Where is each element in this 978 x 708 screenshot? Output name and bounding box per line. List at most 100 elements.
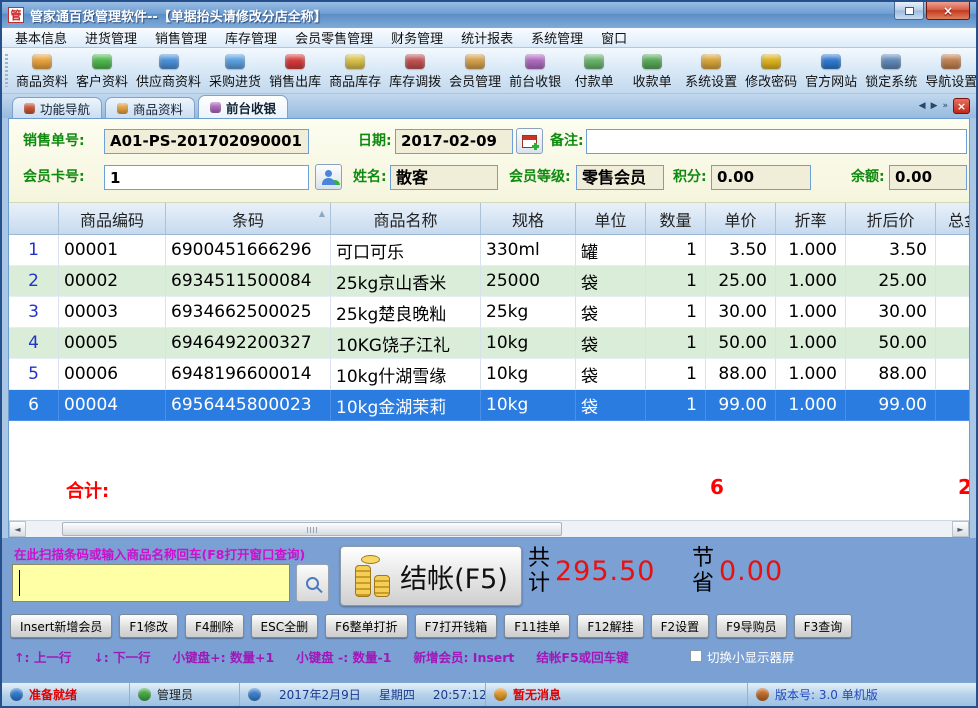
function-button[interactable]: F9导购员 [716, 614, 787, 638]
table-row[interactable]: 5 00006 6948196600014 10kg什湖雪缘 10kg 袋 1 … [9, 359, 969, 390]
function-button[interactable]: Insert新增会员 [10, 614, 112, 638]
function-button[interactable]: F3查询 [794, 614, 853, 638]
checkout-button[interactable]: 结帐(F5) [340, 546, 522, 606]
toolbar-button-label: 锁定系统 [865, 71, 917, 90]
cell-unit: 罐 [576, 235, 646, 266]
menu-item[interactable]: 基本信息 [6, 28, 76, 47]
toolbar-icon [761, 54, 781, 69]
scroll-left-arrow[interactable]: ◄ [9, 521, 26, 537]
scroll-right-arrow[interactable]: ► [952, 521, 969, 537]
cell-spec: 25kg [481, 297, 576, 328]
toolbar-button[interactable]: 商品资料 [12, 52, 72, 90]
column-header-rate[interactable]: 折率 [776, 203, 846, 234]
menu-item[interactable]: 库存管理 [216, 28, 286, 47]
toolbar-button[interactable]: 供应商资料 [132, 52, 205, 90]
tab-function-nav[interactable]: 功能导航 [12, 97, 102, 118]
cell-rownum: 3 [9, 297, 59, 328]
column-header-discounted[interactable]: 折后价 [846, 203, 936, 234]
table-row[interactable]: 3 00003 6934662500025 25kg楚良晚籼 25kg 袋 1 … [9, 297, 969, 328]
cell-qty: 1 [646, 297, 706, 328]
menu-item[interactable]: 销售管理 [146, 28, 216, 47]
toolbar-button[interactable]: 客户资料 [72, 52, 132, 90]
titlebar: 管 管家通百货管理软件--【单据抬头请修改分店全称】 × [2, 2, 976, 28]
small-display-toggle: 切换小显示器屏 [690, 646, 795, 666]
remark-input[interactable] [586, 129, 967, 154]
toolbar-button[interactable]: 导航设置 [921, 52, 976, 90]
menu-item[interactable]: 窗口 [592, 28, 636, 47]
cell-code: 00002 [59, 266, 166, 297]
restore-button[interactable] [894, 2, 924, 20]
toolbar-button[interactable]: 付款单 [565, 52, 623, 90]
column-header-price[interactable]: 单价 [706, 203, 776, 234]
small-display-label: 切换小显示器屏 [707, 647, 795, 666]
column-header-name[interactable]: 商品名称 [331, 203, 481, 234]
menu-item[interactable]: 系统管理 [522, 28, 592, 47]
column-header-total[interactable]: 总金额 [936, 203, 969, 234]
function-button[interactable]: F12解挂 [577, 614, 643, 638]
tab-more-icon[interactable]: » [942, 101, 948, 111]
column-header-spec[interactable]: 规格 [481, 203, 576, 234]
close-button[interactable]: × [926, 2, 970, 20]
menu-item[interactable]: 财务管理 [382, 28, 452, 47]
checkout-panel: 在此扫描条码或输入商品名称回车(F8打开窗口查询) 结帐(F5) 共计 295.… [2, 538, 976, 682]
date-field[interactable]: 2017-02-09 [395, 129, 513, 154]
toolbar-button[interactable]: 采购进货 [205, 52, 265, 90]
function-button[interactable]: F11挂单 [504, 614, 570, 638]
column-header-barcode[interactable]: 条码▲ [166, 203, 331, 234]
sort-ascending-icon: ▲ [319, 209, 325, 218]
function-button[interactable]: F7打开钱箱 [415, 614, 498, 638]
cell-qty: 1 [646, 235, 706, 266]
shortcut-hint: 新增会员: Insert [413, 647, 514, 666]
table-row[interactable]: 1 00001 6900451666296 可口可乐 330ml 罐 1 3.5… [9, 235, 969, 266]
table-row[interactable]: 4 00005 6946492200327 10KG饶子江礼 10kg 袋 1 … [9, 328, 969, 359]
member-card-input[interactable] [104, 165, 309, 190]
column-header-code[interactable]: 商品编码 [59, 203, 166, 234]
add-member-button[interactable] [315, 164, 342, 190]
status-datetime: 2017年2月9日 星期四 20:57:12 [240, 683, 486, 706]
scrollbar-thumb[interactable] [62, 522, 562, 536]
toolbar-button[interactable]: 商品库存 [325, 52, 385, 90]
function-button[interactable]: F4删除 [185, 614, 244, 638]
toolbar-icon [345, 54, 365, 69]
text-caret [19, 570, 20, 596]
cell-discounted: 30.00 [846, 297, 936, 328]
toolbar-button[interactable]: 销售出库 [265, 52, 325, 90]
toolbar-icon [881, 54, 901, 69]
toolbar-button[interactable]: 收款单 [623, 52, 681, 90]
table-row[interactable]: 6 00004 6956445800023 10kg金湖茉莉 10kg 袋 1 … [9, 390, 969, 421]
toolbar-button[interactable]: 修改密码 [741, 52, 801, 90]
cell-discounted: 99.00 [846, 390, 936, 421]
scrollbar-track[interactable] [26, 521, 952, 537]
toolbar-button[interactable]: 前台收银 [505, 52, 565, 90]
tab-scroll-right-icon[interactable]: ▶ [931, 101, 938, 111]
function-button[interactable]: F6整单打折 [325, 614, 408, 638]
search-button[interactable] [296, 564, 329, 602]
function-button[interactable]: F2设置 [651, 614, 710, 638]
toolbar-button[interactable]: 会员管理 [445, 52, 505, 90]
tab-close-button[interactable]: × [953, 98, 970, 114]
tab-pos-cashier[interactable]: 前台收银 [198, 95, 288, 118]
column-header-unit[interactable]: 单位 [576, 203, 646, 234]
sale-no-label: 销售单号: [23, 129, 85, 154]
tab-scroll-left-icon[interactable]: ◀ [919, 101, 926, 111]
cell-total [936, 359, 969, 390]
menu-item[interactable]: 会员零售管理 [286, 28, 382, 47]
toolbar-button[interactable]: 官方网站 [801, 52, 861, 90]
barcode-scan-input[interactable] [12, 564, 290, 602]
toolbar-icon [701, 54, 721, 69]
function-button[interactable]: ESC全删 [251, 614, 319, 638]
small-display-checkbox[interactable] [690, 650, 702, 662]
calendar-button[interactable] [516, 128, 543, 154]
menu-item[interactable]: 进货管理 [76, 28, 146, 47]
toolbar-button-label: 采购进货 [209, 71, 261, 90]
tab-goods-data[interactable]: 商品资料 [105, 97, 195, 118]
cell-barcode: 6934662500025 [166, 297, 331, 328]
toolbar-button[interactable]: 锁定系统 [861, 52, 921, 90]
toolbar-button[interactable]: 库存调拨 [385, 52, 445, 90]
function-button[interactable]: F1修改 [119, 614, 178, 638]
toolbar-button[interactable]: 系统设置 [681, 52, 741, 90]
table-row[interactable]: 2 00002 6934511500084 25kg京山香米 25000 袋 1… [9, 266, 969, 297]
column-header-qty[interactable]: 数量 [646, 203, 706, 234]
toolbar-icon [525, 54, 545, 69]
menu-item[interactable]: 统计报表 [452, 28, 522, 47]
